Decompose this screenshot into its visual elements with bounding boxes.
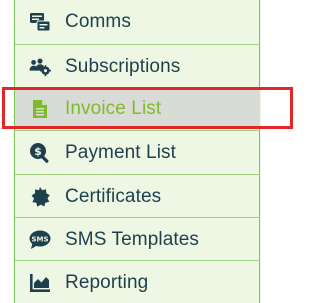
sidebar-item-comms[interactable]: Comms [15, 1, 260, 42]
chart-icon [29, 272, 51, 294]
sidebar-item-invoice-list[interactable]: Invoice List [15, 89, 260, 128]
comms-icon [29, 11, 51, 33]
users-gear-icon [29, 56, 51, 78]
dollar-search-icon: $ [29, 142, 51, 164]
sidebar-item-subscriptions[interactable]: Subscriptions [15, 46, 260, 87]
sidebar-item-sms-templates[interactable]: SMS SMS Templates [15, 219, 260, 260]
divider [15, 217, 260, 218]
sidebar-item-reporting[interactable]: Reporting [15, 262, 260, 303]
certificate-icon [29, 186, 51, 208]
sidebar-item-label: SMS Templates [65, 228, 200, 250]
sidebar-item-label: Invoice List [65, 97, 162, 119]
sidebar-item-label: Payment List [65, 141, 177, 163]
sidebar-item-label: Subscriptions [65, 55, 181, 77]
divider [15, 174, 260, 175]
svg-text:SMS: SMS [31, 235, 48, 243]
sidebar-item-label: Comms [65, 10, 131, 32]
sms-icon: SMS [29, 229, 51, 251]
sidebar-item-certificates[interactable]: Certificates [15, 176, 260, 217]
sidebar-item-label: Certificates [65, 185, 162, 207]
divider [15, 260, 260, 261]
divider [15, 130, 260, 131]
sidebar-item-payment-list[interactable]: $ Payment List [15, 132, 260, 173]
divider [15, 44, 260, 45]
svg-text:$: $ [34, 145, 42, 158]
document-icon [29, 98, 51, 120]
sidebar-item-label: Reporting [65, 271, 149, 293]
